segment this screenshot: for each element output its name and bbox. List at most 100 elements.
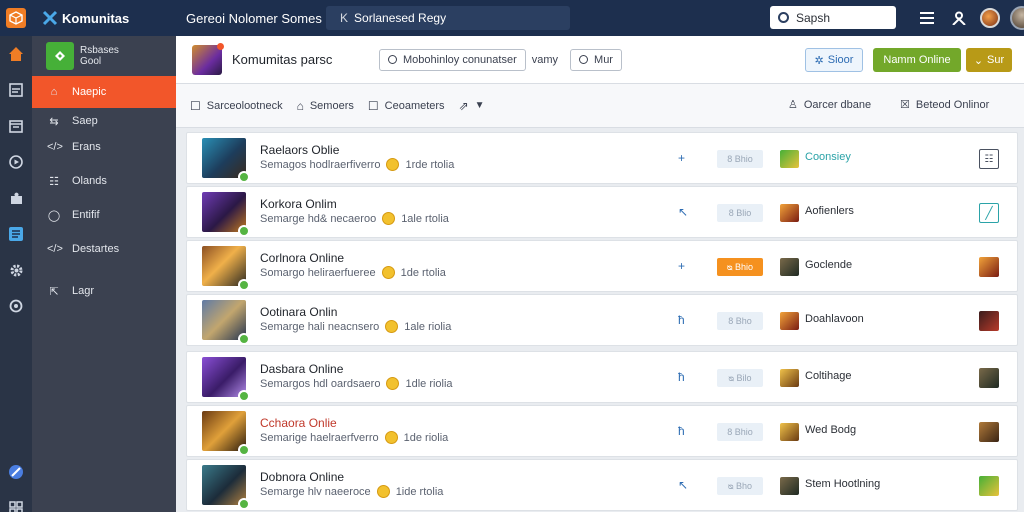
row-subtitle-text: Semarige haelraerfverro — [260, 431, 379, 444]
row-action-icon[interactable]: ħ — [678, 370, 685, 384]
row-game-name[interactable]: Aofienlers — [805, 205, 854, 217]
achievement-icon[interactable] — [979, 311, 999, 331]
row-subtitle-text: Somargo heliraerfueree — [260, 266, 376, 279]
row-game-name[interactable]: Stem Hootlning — [805, 478, 880, 490]
achievement-icon[interactable] — [979, 422, 999, 442]
menu-icon[interactable] — [916, 7, 938, 29]
row-title[interactable]: Corlnora Online — [260, 251, 344, 265]
gear-icon[interactable] — [0, 252, 32, 288]
sidebar-item-naepic[interactable]: ⌂ Naepic — [32, 76, 176, 108]
status-badge: 8 Bho — [717, 312, 763, 330]
game-thumbnail[interactable] — [202, 138, 250, 183]
row-title[interactable]: Cchaora Onlie — [260, 416, 337, 430]
chevron-down-icon: ⌄ — [973, 54, 984, 67]
game-thumbnail[interactable] — [202, 465, 250, 510]
refresh-icon[interactable] — [0, 288, 32, 324]
document-icon[interactable] — [0, 72, 32, 108]
user-icon[interactable] — [948, 7, 970, 29]
coin-icon — [386, 377, 400, 390]
search-icon — [388, 55, 397, 64]
row-action-icon[interactable]: ħ — [678, 313, 685, 327]
notification-avatar[interactable] — [980, 8, 1000, 28]
status-badge: ᴓ Bhio — [717, 258, 763, 276]
status-badge: ᴓ Bilo — [717, 369, 763, 387]
sidebar-item-olands[interactable]: ☷ Olands — [32, 168, 176, 194]
page-header: Komumitas parsc Mobohinloy conunatser va… — [176, 36, 1024, 84]
row-title[interactable]: Korkora Onlim — [260, 197, 337, 211]
online-button[interactable]: Namm Online — [873, 48, 961, 72]
table-row[interactable]: Cchaora Onlie Semarige haelraerfverro 1d… — [186, 405, 1018, 457]
achievement-icon[interactable] — [979, 257, 999, 277]
sidebar-header[interactable]: Rsbases Gool — [32, 36, 176, 76]
row-title[interactable]: Dobnora Online — [260, 470, 344, 484]
game-icon — [780, 477, 799, 495]
tab-semoers[interactable]: ⌂ Semoers — [297, 99, 354, 113]
row-action-icon[interactable]: ħ — [678, 424, 685, 438]
achievement-icon[interactable] — [979, 476, 999, 496]
chevron-down-icon: ▼ — [474, 100, 485, 111]
square-icon: ☐ — [367, 98, 379, 113]
row-game-name[interactable]: Wed Bodg — [805, 424, 856, 436]
status-badge: ᴓ Bho — [717, 477, 763, 495]
sidebar-item-label: Saep — [72, 115, 98, 127]
row-game-name[interactable]: Goclende — [805, 259, 852, 271]
row-action-icon[interactable]: ↖ — [678, 205, 688, 219]
game-thumbnail[interactable] — [202, 246, 250, 291]
puzzle-icon[interactable] — [0, 180, 32, 216]
global-search-input[interactable]: Sapsh — [770, 6, 896, 29]
filter-text: Mobohinloy conunatser — [403, 53, 517, 66]
user-avatar[interactable] — [1010, 6, 1024, 30]
top-search-input[interactable]: K Sorlanesed Regy — [326, 6, 570, 30]
sparkle-icon: ✲ — [814, 54, 824, 67]
grid-icon[interactable] — [0, 490, 32, 512]
edit-icon[interactable]: ╱ — [979, 203, 999, 223]
brand[interactable]: Komunitas — [0, 8, 176, 28]
row-title[interactable]: Raelaors Oblie — [260, 143, 339, 157]
table-row[interactable]: Corlnora Online Somargo heliraerfueree 1… — [186, 240, 1018, 292]
row-action-icon[interactable]: + — [678, 259, 685, 273]
sidebar-item-lagr[interactable]: ⇱ Lagr — [32, 278, 176, 304]
table-row[interactable]: Raelaors Oblie Semagos hodlraerfiverro 1… — [186, 132, 1018, 184]
row-game-name[interactable]: Coonsiey — [805, 151, 851, 163]
row-subtitle: Semarge hd& necaeroo 1ale rtolia — [260, 212, 449, 225]
table-row[interactable]: Dasbara Online Semargos hdl oardsaero 1d… — [186, 351, 1018, 403]
row-action-icon[interactable]: + — [678, 151, 685, 165]
row-game-name[interactable]: Coltihage — [805, 370, 851, 382]
sidebar-item-erans[interactable]: </> Erans — [32, 134, 176, 160]
row-action-icon[interactable]: ↖ — [678, 478, 688, 492]
table-row[interactable]: Korkora Onlim Semarge hd& necaeroo 1ale … — [186, 186, 1018, 238]
toolbar-user-filter[interactable]: ♙ Oarcer dbane — [788, 98, 871, 112]
filter-search-input[interactable]: Mobohinloy conunatser — [379, 48, 526, 71]
table-row[interactable]: Dobnora Online Semarge hlv naeeroce 1ide… — [186, 459, 1018, 511]
game-thumbnail[interactable] — [202, 411, 250, 456]
dropdown-button[interactable]: ⌄ Sur — [966, 48, 1012, 72]
store-button[interactable]: ✲ Sioor — [805, 48, 863, 72]
play-icon[interactable] — [0, 144, 32, 180]
sidebar-item-destartes[interactable]: </> Destartes — [32, 236, 176, 262]
table-row[interactable]: Ootinara Onlin Semarge hali neacnsero 1a… — [186, 294, 1018, 346]
row-subtitle-text: Semarge hd& necaeroo — [260, 212, 377, 225]
tab-ceoameters[interactable]: ☐ Ceoameters — [368, 99, 445, 113]
table-view-icon[interactable]: ☷ — [979, 149, 999, 169]
game-icon — [780, 312, 799, 330]
row-game-name[interactable]: Doahlavoon — [805, 313, 864, 325]
row-title[interactable]: Dasbara Online — [260, 362, 343, 376]
game-thumbnail[interactable] — [202, 357, 250, 402]
filter-pill-secondary[interactable]: Mur — [570, 48, 622, 71]
sidebar-item-label: Olands — [72, 175, 107, 187]
toolbar-online-filter[interactable]: ☒ Beteod Onlinor — [900, 98, 989, 112]
game-thumbnail[interactable] — [202, 300, 250, 345]
sidebar-item-entifif[interactable]: ◯ Entifif — [32, 202, 176, 228]
game-thumbnail[interactable] — [202, 192, 250, 237]
home-icon[interactable] — [0, 36, 32, 72]
global-search-placeholder: Sapsh — [796, 10, 831, 25]
coin-icon — [386, 158, 400, 171]
sidebar-item-saep[interactable]: ⇆ Saep — [32, 108, 176, 134]
row-title[interactable]: Ootinara Onlin — [260, 305, 337, 319]
calendar-icon[interactable] — [0, 108, 32, 144]
sort-dropdown[interactable]: ⇗ ▼ — [459, 99, 485, 113]
achievement-icon[interactable] — [979, 368, 999, 388]
list-icon[interactable] — [0, 216, 32, 252]
compass-icon[interactable] — [0, 454, 32, 490]
tab-sarceolootneck[interactable]: ☐ Sarceolootneck — [190, 99, 283, 113]
